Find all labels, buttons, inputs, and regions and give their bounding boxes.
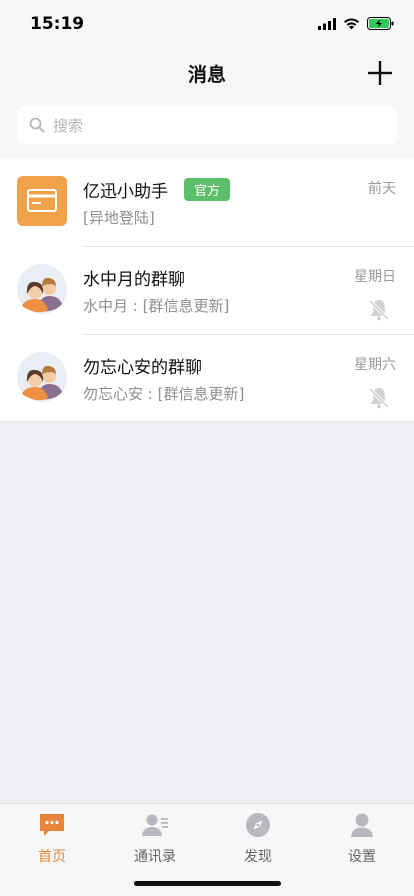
conversation-time: 星期日 — [354, 269, 396, 285]
official-badge: 官方 — [184, 178, 231, 201]
page-title: 消息 — [187, 64, 226, 86]
search-input[interactable]: 搜索 — [17, 106, 397, 144]
tab-label: 发现 — [244, 849, 272, 865]
conversation-preview: 水中月 : [群信息更新] — [83, 297, 230, 315]
wifi-icon — [344, 17, 359, 29]
conversation-list: 亿迅小助手 官方 [异地登陆] 前天 水中月的群聊 水中月 : [群信息更新] … — [0, 158, 414, 422]
compass-icon — [246, 813, 270, 837]
tab-discover[interactable]: 发现 — [208, 810, 308, 866]
status-time: 15:19 — [30, 14, 85, 34]
status-icons — [318, 17, 394, 30]
conversation-row[interactable]: 亿迅小助手 官方 [异地登陆] 前天 — [0, 158, 414, 246]
person-icon — [351, 813, 373, 837]
home-indicator[interactable] — [134, 881, 281, 886]
conversation-title: 亿迅小助手 — [83, 182, 168, 202]
nav-bar: 消息 — [0, 50, 414, 96]
conversation-title: 水中月的群聊 — [83, 270, 185, 290]
group-avatar-icon — [17, 352, 67, 402]
conversation-title: 勿忘心安的群聊 — [83, 358, 202, 378]
battery-charging-icon — [367, 17, 394, 30]
tab-label: 通讯录 — [134, 849, 176, 865]
signal-icon — [318, 17, 336, 30]
chat-icon — [40, 814, 64, 836]
add-button[interactable] — [366, 59, 394, 87]
group-avatar-icon — [17, 264, 67, 314]
conversation-preview: [异地登陆] — [83, 209, 155, 227]
tab-contacts[interactable]: 通讯录 — [105, 810, 205, 866]
mute-bell-icon — [368, 299, 390, 321]
conversation-time: 前天 — [368, 181, 396, 197]
status-bar: 15:19 — [0, 0, 414, 50]
tab-settings[interactable]: 设置 — [312, 810, 412, 866]
conversation-preview: 勿忘心安 : [群信息更新] — [83, 385, 245, 403]
search-placeholder: 搜索 — [53, 116, 84, 135]
tab-home[interactable]: 首页 — [2, 810, 102, 866]
tab-label: 首页 — [38, 849, 66, 865]
tab-label: 设置 — [348, 849, 376, 865]
mute-bell-icon — [368, 387, 390, 409]
search-area: 搜索 — [0, 96, 414, 158]
contacts-icon — [142, 814, 168, 836]
card-icon — [17, 176, 67, 226]
conversation-row[interactable]: 水中月的群聊 水中月 : [群信息更新] 星期日 — [0, 246, 414, 334]
search-icon — [29, 117, 45, 133]
conversation-row[interactable]: 勿忘心安的群聊 勿忘心安 : [群信息更新] 星期六 — [0, 334, 414, 422]
conversation-time: 星期六 — [354, 357, 396, 373]
